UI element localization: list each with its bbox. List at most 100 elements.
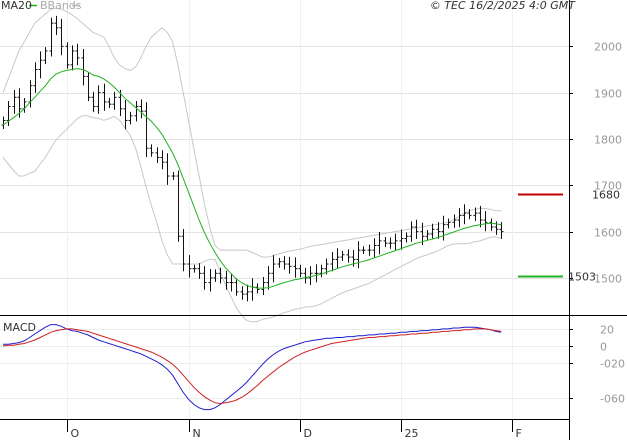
ohlc-bar bbox=[134, 100, 139, 122]
ohlc-bar bbox=[208, 269, 213, 292]
ohlc-bar bbox=[330, 252, 335, 272]
ohlc-bar bbox=[266, 266, 271, 290]
ohlc-bar bbox=[123, 99, 128, 130]
ohlc-bar bbox=[319, 264, 324, 278]
ohlc-bar bbox=[128, 111, 133, 125]
ohlc-bar bbox=[54, 15, 59, 36]
ohlc-bar bbox=[139, 99, 144, 119]
ohlc-bar bbox=[393, 233, 398, 251]
ohlc-bar bbox=[404, 232, 409, 243]
x-axis-labels: O N D 25 F bbox=[67, 419, 522, 440]
ohlc-bar bbox=[388, 237, 393, 249]
ohlc-bar bbox=[446, 218, 451, 229]
ohlc-bar bbox=[149, 144, 154, 157]
legend-ma20-label: MA20 bbox=[1, 0, 32, 12]
ohlc-bar bbox=[192, 264, 197, 273]
ohlc-bar bbox=[245, 284, 250, 302]
ohlc-bar bbox=[308, 266, 313, 286]
price-grid bbox=[0, 46, 569, 279]
macd-tick-label: -060 bbox=[600, 393, 625, 406]
x-tick-label: D bbox=[304, 427, 312, 440]
resistance-label: 1680 bbox=[592, 189, 620, 202]
ohlc-bar bbox=[43, 47, 48, 65]
price-axis-labels: 150016001700180019002000 bbox=[569, 41, 622, 286]
ohlc-bar bbox=[171, 172, 176, 180]
ohlc-bar bbox=[367, 244, 372, 256]
ohlc-bar bbox=[372, 238, 377, 258]
macd-tick-label: 0 bbox=[600, 341, 607, 354]
price-tick-label: 1800 bbox=[594, 134, 622, 147]
price-tick-label: 1600 bbox=[594, 227, 622, 240]
ohlc-bar bbox=[335, 248, 340, 269]
ohlc-bar bbox=[213, 269, 218, 282]
x-tick-label: O bbox=[71, 427, 80, 440]
macd-line bbox=[3, 324, 502, 411]
ohlc-bar bbox=[81, 49, 86, 86]
ohlc-bar bbox=[261, 277, 266, 296]
ohlc-bar bbox=[187, 255, 192, 278]
ohlc-bar bbox=[160, 150, 165, 170]
ohlc-bar bbox=[483, 211, 488, 232]
macd-tick-label: 20 bbox=[600, 324, 614, 337]
ohlc-bar bbox=[96, 85, 101, 114]
ohlc-bar bbox=[277, 257, 282, 268]
price-tick-label: 1900 bbox=[594, 88, 622, 101]
ohlc-bar bbox=[155, 147, 160, 164]
ohlc-bar bbox=[176, 170, 181, 242]
chart-canvas: 150016001700180019002000 200-020-060 OND… bbox=[0, 0, 627, 440]
ohlc-bar bbox=[414, 219, 419, 239]
ohlc-bar bbox=[197, 263, 202, 279]
ohlc-bar bbox=[234, 278, 239, 296]
macd-axis-labels: 20 0 -020 -060 bbox=[569, 324, 625, 406]
ohlc-bar bbox=[346, 249, 351, 263]
ohlc-bar bbox=[22, 98, 27, 113]
ohlc-bar bbox=[102, 83, 107, 111]
ohlc-bar bbox=[224, 270, 229, 290]
macd-lines bbox=[2, 324, 502, 411]
ohlc-bar bbox=[383, 236, 388, 248]
ohlc-bar bbox=[356, 241, 361, 269]
legend-bbands-label: BBands bbox=[40, 0, 82, 12]
ohlc-bar bbox=[314, 264, 319, 283]
ohlc-bar bbox=[1, 116, 6, 129]
ohlc-bar bbox=[452, 214, 457, 228]
ohlc-bar bbox=[107, 98, 112, 109]
macd-signal-line bbox=[2, 328, 502, 405]
ohlc-bar bbox=[377, 231, 382, 255]
ohlc-bar bbox=[287, 256, 292, 274]
ohlc-bar bbox=[441, 215, 446, 241]
ohlc-bar bbox=[202, 266, 207, 290]
ohlc-bar bbox=[250, 278, 255, 301]
ohlc-bar bbox=[298, 264, 303, 278]
ohlc-bar bbox=[282, 256, 287, 270]
ohlc-bar bbox=[361, 246, 366, 255]
x-tick-label: F bbox=[516, 427, 522, 440]
ohlc-bar bbox=[409, 221, 414, 242]
x-tick-label: N bbox=[193, 427, 201, 440]
ohlc-bar bbox=[38, 51, 43, 79]
macd-tick-label: -020 bbox=[600, 358, 625, 371]
ohlc-bar bbox=[59, 18, 64, 56]
ohlc-bar bbox=[33, 62, 38, 93]
price-tick-label: 2000 bbox=[594, 41, 622, 54]
ohlc-bar bbox=[165, 153, 170, 185]
ohlc-bar bbox=[489, 218, 494, 231]
ohlc-bar bbox=[340, 250, 345, 261]
ohlc-bar bbox=[240, 286, 245, 300]
macd-panel-title: MACD bbox=[3, 321, 36, 334]
ohlc-bar bbox=[49, 17, 54, 57]
support-label: 1503 bbox=[568, 271, 596, 284]
ohlc-bar bbox=[70, 45, 75, 71]
ohlc-bar bbox=[144, 102, 149, 158]
ohlc-bar bbox=[86, 72, 91, 102]
ohlc-bar bbox=[303, 267, 308, 284]
price-tick-label: 1500 bbox=[594, 273, 622, 286]
ohlc-bar bbox=[229, 273, 234, 292]
ohlc-bars bbox=[1, 15, 504, 302]
ohlc-bar bbox=[181, 229, 186, 272]
ohlc-bar bbox=[112, 91, 117, 110]
ohlc-bar bbox=[425, 230, 430, 241]
ohlc-bar bbox=[91, 91, 96, 113]
ohlc-bar bbox=[293, 257, 298, 278]
x-tick-label: 25 bbox=[405, 427, 419, 440]
